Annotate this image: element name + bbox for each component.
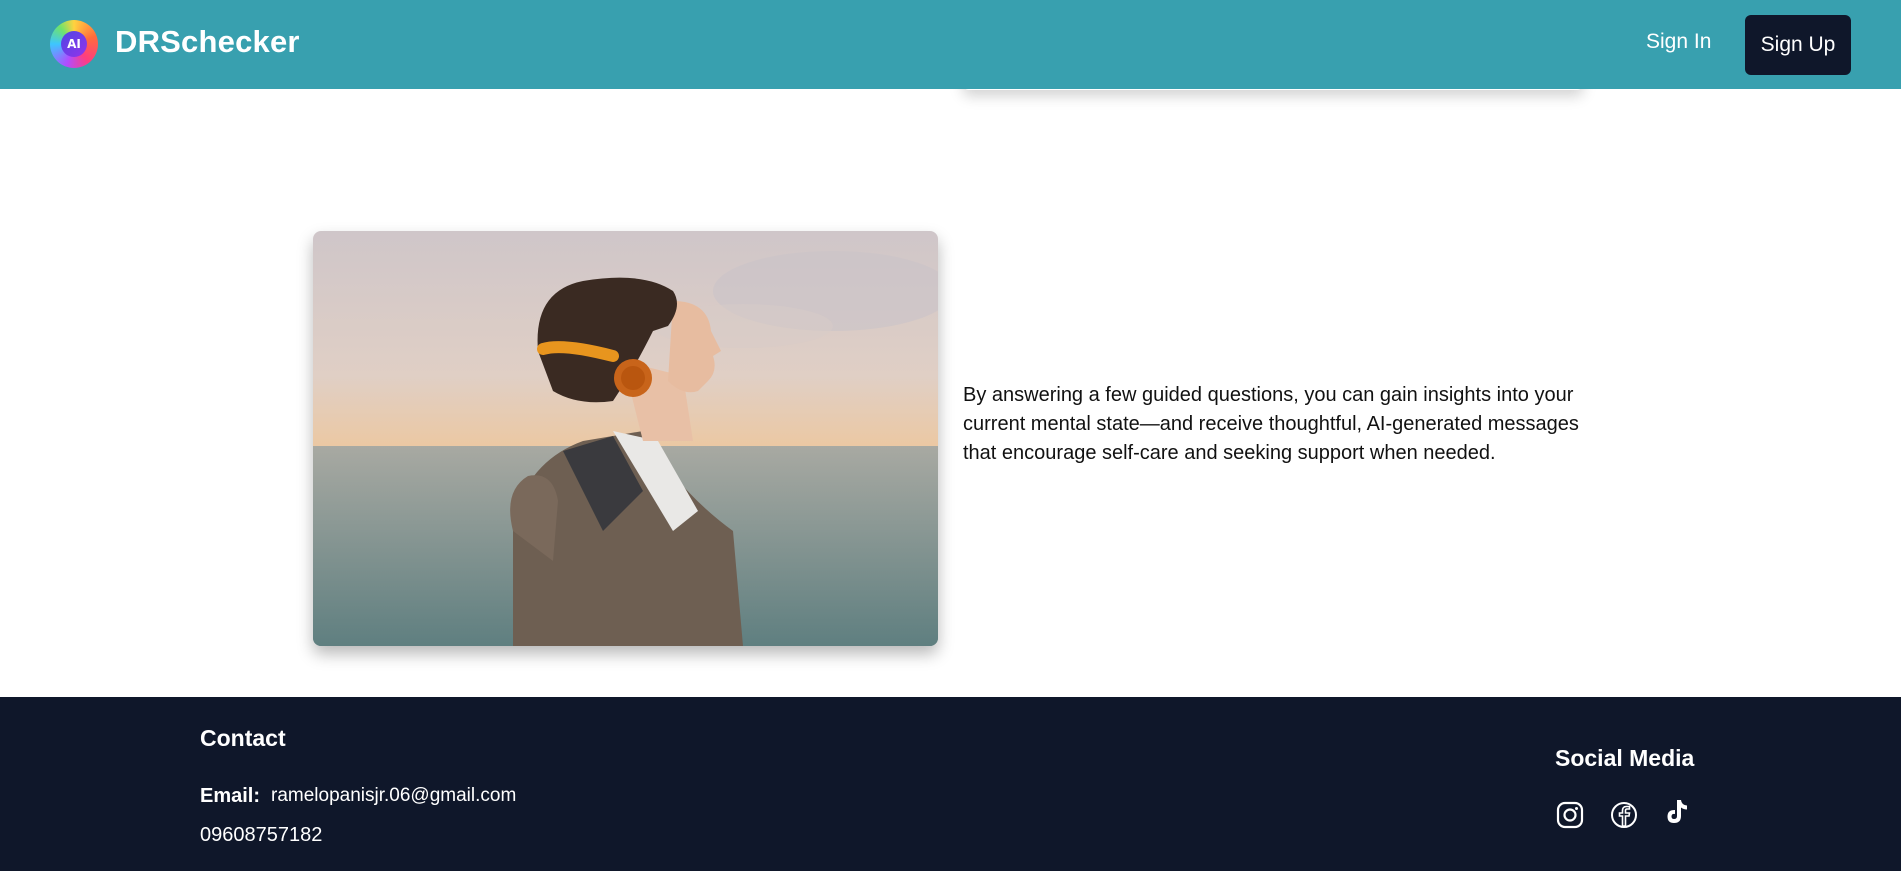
social-media-heading: Social Media <box>1555 745 1695 771</box>
email-value[interactable]: ramelopanisjr.06@gmail.com <box>271 785 516 807</box>
feature-description: By answering a few guided questions, you… <box>963 384 1579 464</box>
facebook-icon[interactable] <box>1609 800 1639 830</box>
hero-photo <box>313 231 938 646</box>
footer: Contact Email: ramelopanisjr.06@gmail.co… <box>0 697 1901 871</box>
brand-name[interactable]: DRSchecker <box>115 24 300 60</box>
logo-icon[interactable]: AI <box>50 20 98 68</box>
sign-in-link[interactable]: Sign In <box>1646 30 1711 60</box>
email-label: Email: <box>200 785 261 807</box>
top-navbar: AI DRSchecker Sign In Sign Up <box>0 0 1901 89</box>
instagram-icon[interactable] <box>1555 800 1585 830</box>
tiktok-icon[interactable] <box>1661 797 1691 827</box>
phone-number: 09608757182 <box>200 824 323 846</box>
sign-up-button[interactable]: Sign Up <box>1745 15 1851 75</box>
logo-ai-badge: AI <box>61 31 87 57</box>
contact-heading: Contact <box>200 725 286 751</box>
